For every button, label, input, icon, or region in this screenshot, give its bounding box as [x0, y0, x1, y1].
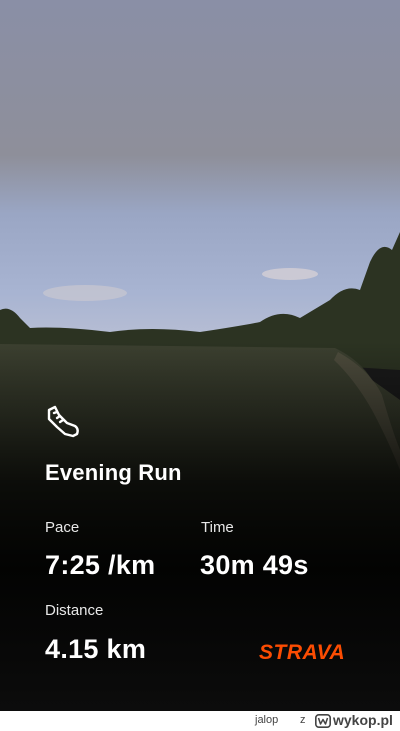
footer-site-name[interactable]: wykop.pl — [333, 712, 393, 728]
distance-label: Distance — [45, 602, 104, 619]
running-shoe-icon — [47, 405, 79, 438]
strava-logo: STRAVA — [259, 641, 345, 662]
activity-title: Evening Run — [45, 460, 182, 485]
pace-label: Pace — [45, 519, 80, 536]
wykop-logo-icon — [315, 714, 331, 728]
watermark-bar: jalop z wykop.pl — [0, 711, 400, 731]
distance-value: 4.15 km — [45, 634, 147, 664]
footer-username[interactable]: jalop — [255, 714, 278, 726]
time-label: Time — [201, 519, 234, 536]
pace-value: 7:25 /km — [45, 550, 156, 580]
footer-from-text: z — [300, 714, 306, 726]
time-value: 30m 49s — [200, 550, 309, 580]
strava-wordmark: STRAVA — [259, 641, 345, 662]
activity-card: Evening Run Pace 7:25 /km Time 30m 49s D… — [0, 0, 400, 711]
